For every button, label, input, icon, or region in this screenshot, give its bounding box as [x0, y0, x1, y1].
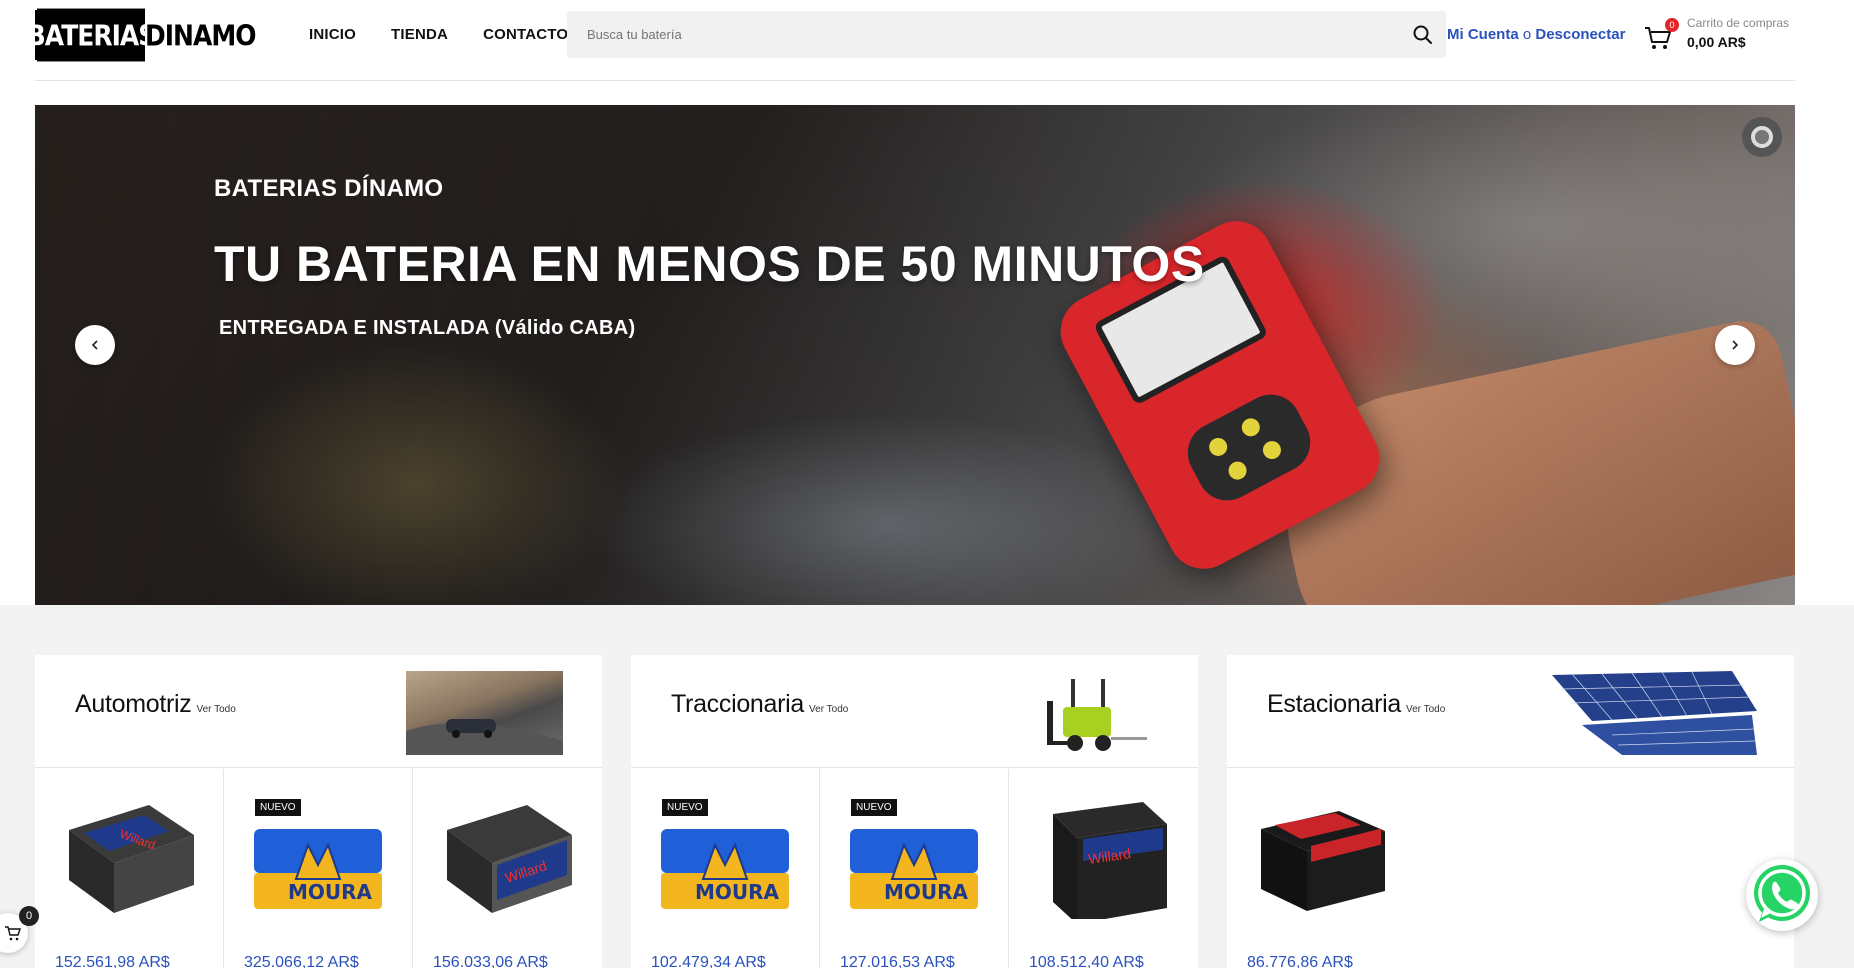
svg-text:MOURA: MOURA [884, 880, 969, 904]
slider-pause-button[interactable] [1742, 117, 1782, 157]
product-image-moura: MOURA [850, 829, 978, 909]
category-header: Automotriz Ver Todo [35, 655, 602, 768]
search-icon[interactable] [1412, 24, 1434, 46]
product-price: 108.512,40 AR$ [1029, 954, 1144, 968]
brand-logo-right: DINAMO [145, 8, 256, 62]
product-image-moura: MOURA [661, 829, 789, 909]
header-cart-button[interactable]: 0 [1643, 17, 1683, 57]
category-image-forklift[interactable] [1041, 671, 1151, 755]
product-card[interactable]: NUEVO MOURA 127.016,53 AR$ [820, 769, 1009, 968]
category-card-estacionaria: Estacionaria Ver Todo 86.776,86 AR$ [1227, 655, 1794, 968]
tester-key [1205, 434, 1231, 460]
whatsapp-button[interactable] [1746, 859, 1818, 931]
product-price: 127.016,53 AR$ [840, 954, 955, 968]
category-card-traccionaria: Traccionaria Ver Todo NUEVO MOURA 102.479… [631, 655, 1198, 968]
nav-item-tienda[interactable]: TIENDA [391, 26, 448, 43]
view-all-link[interactable]: Ver Todo [809, 704, 848, 715]
categories-section: Automotriz Ver Todo Willard 152.561,98 AR… [0, 605, 1854, 968]
category-header: Estacionaria Ver Todo [1227, 655, 1794, 768]
floating-cart-count: 0 [19, 906, 39, 926]
site-header: BATERIAS DINAMO INICIO TIENDA CONTACTO M… [0, 0, 1854, 80]
category-title: Automotriz Ver Todo [75, 690, 236, 719]
product-card[interactable]: Willard 152.561,98 AR$ [35, 769, 224, 968]
chevron-right-icon [1732, 340, 1739, 350]
hero-subtitle: BATERIAS DÍNAMO [214, 175, 444, 202]
hero-note: ENTREGADA E INSTALADA (Válido CABA) [219, 317, 636, 339]
product-card[interactable]: Willard 108.512,40 AR$ [1009, 769, 1198, 968]
tester-key [1225, 458, 1250, 483]
logout-link[interactable]: Desconectar [1535, 26, 1625, 43]
cart-total: 0,00 AR$ [1687, 34, 1746, 50]
category-title: Traccionaria Ver Todo [671, 690, 848, 719]
product-price: 86.776,86 AR$ [1247, 954, 1353, 968]
svg-text:MOURA: MOURA [695, 880, 780, 904]
my-account-link[interactable]: Mi Cuenta [1447, 26, 1519, 43]
category-image-solar-panels[interactable] [1552, 671, 1757, 755]
tester-key [1259, 437, 1285, 463]
product-price: 102.479,34 AR$ [651, 954, 766, 968]
account-separator: o [1522, 26, 1532, 43]
view-all-link[interactable]: Ver Todo [1406, 704, 1445, 715]
category-title-text[interactable]: Automotriz [75, 690, 192, 718]
hero-slider: BATERIAS DÍNAMO TU BATERIA EN MENOS DE 5… [35, 105, 1795, 605]
product-card[interactable]: 86.776,86 AR$ [1227, 769, 1416, 968]
product-card[interactable]: Willard 156.033,06 AR$ [413, 769, 602, 968]
category-title-text[interactable]: Estacionaria [1267, 690, 1401, 718]
slider-prev-button[interactable] [75, 325, 115, 365]
product-price: 325.066,12 AR$ [244, 954, 359, 968]
product-card[interactable]: NUEVO MOURA 325.066,12 AR$ [224, 769, 413, 968]
main-nav: INICIO TIENDA CONTACTO [309, 26, 568, 43]
product-price: 156.033,06 AR$ [433, 954, 548, 968]
slider-next-button[interactable] [1715, 325, 1755, 365]
nav-item-inicio[interactable]: INICIO [309, 26, 356, 43]
brand-logo-left: BATERIAS [27, 8, 156, 62]
product-card[interactable]: NUEVO MOURA 102.479,34 AR$ [631, 769, 820, 968]
chevron-left-icon [91, 340, 98, 350]
nav-item-contacto[interactable]: CONTACTO [483, 26, 568, 43]
header-divider [35, 80, 1795, 81]
tester-key [1238, 415, 1263, 440]
svg-text:MOURA: MOURA [288, 880, 373, 904]
account-links: Mi Cuenta o Desconectar [1447, 26, 1625, 43]
category-image-car[interactable] [406, 671, 563, 755]
product-image-willard: Willard [69, 805, 194, 913]
cart-summary[interactable]: Carrito de compras 0,00 AR$ [1687, 16, 1789, 50]
cart-icon [5, 926, 21, 941]
product-price: 152.561,98 AR$ [55, 954, 170, 968]
product-image-willard: Willard [1053, 802, 1167, 919]
tester-keypad [1177, 384, 1321, 511]
cart-count-badge: 0 [1665, 18, 1679, 32]
whatsapp-icon [1754, 865, 1810, 922]
category-title: Estacionaria Ver Todo [1267, 690, 1445, 719]
category-card-automotriz: Automotriz Ver Todo Willard 152.561,98 AR… [35, 655, 602, 968]
product-image-moura: MOURA [254, 829, 382, 909]
view-all-link[interactable]: Ver Todo [196, 704, 235, 715]
product-image-willard-stationary [1261, 811, 1385, 911]
category-title-text[interactable]: Traccionaria [671, 690, 804, 718]
category-header: Traccionaria Ver Todo [631, 655, 1198, 768]
pause-icon [1751, 126, 1773, 148]
brand-logo[interactable]: BATERIAS DINAMO [27, 8, 256, 62]
hero-title: TU BATERIA EN MENOS DE 50 MINUTOS [214, 236, 1205, 292]
search-input[interactable] [567, 11, 1387, 58]
search-bar [567, 11, 1446, 58]
cart-label: Carrito de compras [1687, 16, 1790, 30]
product-image-willard: Willard [447, 805, 572, 913]
